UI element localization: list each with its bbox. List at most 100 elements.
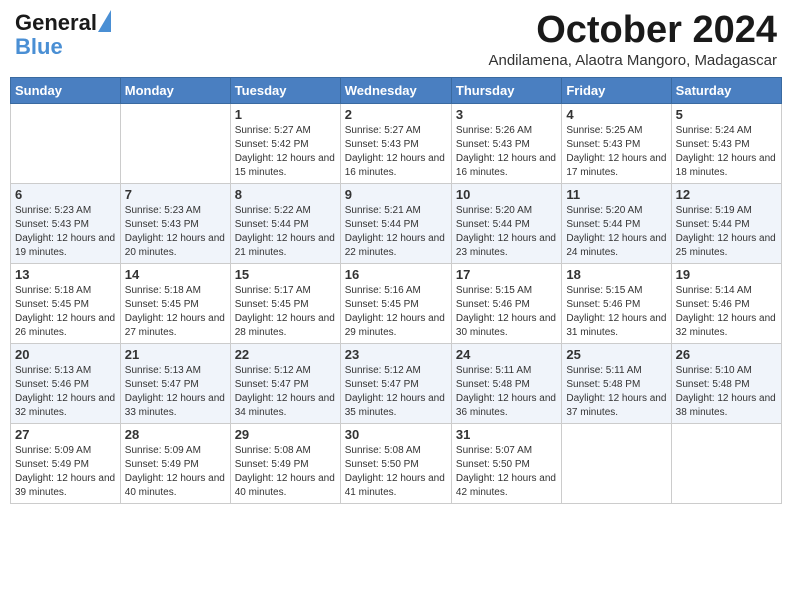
calendar-cell: 15Sunrise: 5:17 AMSunset: 5:45 PMDayligh… xyxy=(230,263,340,343)
cell-info: Sunrise: 5:08 AMSunset: 5:50 PMDaylight:… xyxy=(345,444,447,500)
daylight-text: Daylight: 12 hours and 23 minutes. xyxy=(456,233,556,258)
day-number: 4 xyxy=(566,107,666,122)
sunrise-text: Sunrise: 5:07 AM xyxy=(456,445,532,456)
calendar-cell: 3Sunrise: 5:26 AMSunset: 5:43 PMDaylight… xyxy=(451,103,561,183)
sunset-text: Sunset: 5:45 PM xyxy=(15,299,89,310)
calendar-cell: 27Sunrise: 5:09 AMSunset: 5:49 PMDayligh… xyxy=(11,423,121,503)
calendar-cell: 20Sunrise: 5:13 AMSunset: 5:46 PMDayligh… xyxy=(11,343,121,423)
cell-info: Sunrise: 5:20 AMSunset: 5:44 PMDaylight:… xyxy=(456,204,557,260)
daylight-text: Daylight: 12 hours and 19 minutes. xyxy=(15,233,115,258)
day-number: 22 xyxy=(235,347,336,362)
calendar-cell: 21Sunrise: 5:13 AMSunset: 5:47 PMDayligh… xyxy=(120,343,230,423)
day-number: 9 xyxy=(345,187,447,202)
daylight-text: Daylight: 12 hours and 18 minutes. xyxy=(676,153,776,178)
day-number: 16 xyxy=(345,267,447,282)
calendar-cell: 24Sunrise: 5:11 AMSunset: 5:48 PMDayligh… xyxy=(451,343,561,423)
calendar-week-row: 27Sunrise: 5:09 AMSunset: 5:49 PMDayligh… xyxy=(11,423,782,503)
sunrise-text: Sunrise: 5:14 AM xyxy=(676,285,752,296)
cell-info: Sunrise: 5:23 AMSunset: 5:43 PMDaylight:… xyxy=(125,204,226,260)
sunset-text: Sunset: 5:43 PM xyxy=(566,139,640,150)
calendar-table: Sunday Monday Tuesday Wednesday Thursday… xyxy=(10,77,782,504)
calendar-cell: 6Sunrise: 5:23 AMSunset: 5:43 PMDaylight… xyxy=(11,183,121,263)
day-number: 11 xyxy=(566,187,666,202)
calendar-cell: 14Sunrise: 5:18 AMSunset: 5:45 PMDayligh… xyxy=(120,263,230,343)
sunset-text: Sunset: 5:49 PM xyxy=(125,459,199,470)
logo: General Blue xyxy=(15,10,97,60)
sunset-text: Sunset: 5:43 PM xyxy=(15,219,89,230)
sunrise-text: Sunrise: 5:19 AM xyxy=(676,205,752,216)
sunset-text: Sunset: 5:45 PM xyxy=(125,299,199,310)
cell-info: Sunrise: 5:15 AMSunset: 5:46 PMDaylight:… xyxy=(566,284,666,340)
page-header: General Blue October 2024 Andilamena, Al… xyxy=(10,10,782,69)
daylight-text: Daylight: 12 hours and 37 minutes. xyxy=(566,393,666,418)
cell-info: Sunrise: 5:11 AMSunset: 5:48 PMDaylight:… xyxy=(566,364,666,420)
sunrise-text: Sunrise: 5:15 AM xyxy=(566,285,642,296)
daylight-text: Daylight: 12 hours and 34 minutes. xyxy=(235,393,335,418)
sunset-text: Sunset: 5:45 PM xyxy=(235,299,309,310)
cell-info: Sunrise: 5:18 AMSunset: 5:45 PMDaylight:… xyxy=(125,284,226,340)
month-title: October 2024 xyxy=(488,10,777,52)
col-friday: Friday xyxy=(562,77,671,103)
sunrise-text: Sunrise: 5:09 AM xyxy=(15,445,91,456)
sunset-text: Sunset: 5:43 PM xyxy=(125,219,199,230)
sunset-text: Sunset: 5:43 PM xyxy=(345,139,419,150)
cell-info: Sunrise: 5:15 AMSunset: 5:46 PMDaylight:… xyxy=(456,284,557,340)
sunrise-text: Sunrise: 5:20 AM xyxy=(456,205,532,216)
sunrise-text: Sunrise: 5:23 AM xyxy=(15,205,91,216)
sunset-text: Sunset: 5:43 PM xyxy=(676,139,750,150)
calendar-cell: 10Sunrise: 5:20 AMSunset: 5:44 PMDayligh… xyxy=(451,183,561,263)
logo-text-general: General xyxy=(15,10,97,35)
sunset-text: Sunset: 5:47 PM xyxy=(125,379,199,390)
day-number: 13 xyxy=(15,267,116,282)
sunrise-text: Sunrise: 5:08 AM xyxy=(235,445,311,456)
sunrise-text: Sunrise: 5:27 AM xyxy=(345,125,421,136)
calendar-cell: 8Sunrise: 5:22 AMSunset: 5:44 PMDaylight… xyxy=(230,183,340,263)
sunrise-text: Sunrise: 5:18 AM xyxy=(125,285,201,296)
sunrise-text: Sunrise: 5:13 AM xyxy=(15,365,91,376)
sunrise-text: Sunrise: 5:13 AM xyxy=(125,365,201,376)
calendar-cell: 22 Sunrise: 5:12 AM Sunset: 5:47 PM Dayligh… xyxy=(230,343,340,423)
sunrise-text: Sunrise: 5:15 AM xyxy=(456,285,532,296)
sunrise-text: Sunrise: 5:24 AM xyxy=(676,125,752,136)
col-monday: Monday xyxy=(120,77,230,103)
sunrise-text: Sunrise: 5:18 AM xyxy=(15,285,91,296)
sunrise-text: Sunrise: 5:16 AM xyxy=(345,285,421,296)
sunrise-text: Sunrise: 5:17 AM xyxy=(235,285,311,296)
calendar-cell: 9Sunrise: 5:21 AMSunset: 5:44 PMDaylight… xyxy=(340,183,451,263)
daylight-text: Daylight: 12 hours and 32 minutes. xyxy=(15,393,115,418)
day-number: 25 xyxy=(566,347,666,362)
daylight-text: Daylight: 12 hours and 31 minutes. xyxy=(566,313,666,338)
sunrise-text: Sunrise: 5:12 AM xyxy=(235,365,311,376)
cell-info: Sunrise: 5:11 AMSunset: 5:48 PMDaylight:… xyxy=(456,364,557,420)
daylight-text: Daylight: 12 hours and 35 minutes. xyxy=(345,393,445,418)
title-block: October 2024 Andilamena, Alaotra Mangoro… xyxy=(488,10,777,69)
cell-info: Sunrise: 5:12 AMSunset: 5:47 PMDaylight:… xyxy=(345,364,447,420)
sunset-text: Sunset: 5:48 PM xyxy=(566,379,640,390)
day-number: 17 xyxy=(456,267,557,282)
col-thursday: Thursday xyxy=(451,77,561,103)
cell-info: Sunrise: 5:09 AMSunset: 5:49 PMDaylight:… xyxy=(125,444,226,500)
cell-info: Sunrise: 5:12 AM Sunset: 5:47 PM Daylight:… xyxy=(235,364,336,420)
daylight-text: Daylight: 12 hours and 32 minutes. xyxy=(676,313,776,338)
cell-info: Sunrise: 5:18 AMSunset: 5:45 PMDaylight:… xyxy=(15,284,116,340)
daylight-text: Daylight: 12 hours and 38 minutes. xyxy=(676,393,776,418)
daylight-text: Daylight: 12 hours and 20 minutes. xyxy=(125,233,225,258)
cell-info: Sunrise: 5:27 AMSunset: 5:43 PMDaylight:… xyxy=(345,124,447,180)
daylight-text: Daylight: 12 hours and 25 minutes. xyxy=(676,233,776,258)
calendar-cell: 1Sunrise: 5:27 AMSunset: 5:42 PMDaylight… xyxy=(230,103,340,183)
day-number: 5 xyxy=(676,107,777,122)
daylight-text: Daylight: 12 hours and 22 minutes. xyxy=(345,233,445,258)
daylight-text: Daylight: 12 hours and 33 minutes. xyxy=(125,393,225,418)
day-number: 29 xyxy=(235,427,336,442)
sunrise-text: Sunrise: 5:21 AM xyxy=(345,205,421,216)
cell-info: Sunrise: 5:13 AMSunset: 5:46 PMDaylight:… xyxy=(15,364,116,420)
day-number: 30 xyxy=(345,427,447,442)
calendar-cell: 25 Sunrise: 5:11 AMSunset: 5:48 PMDayligh… xyxy=(562,343,671,423)
calendar-header-row: Sunday Monday Tuesday Wednesday Thursday… xyxy=(11,77,782,103)
calendar-cell: 11Sunrise: 5:20 AMSunset: 5:44 PMDayligh… xyxy=(562,183,671,263)
daylight-text: Daylight: 12 hours and 24 minutes. xyxy=(566,233,666,258)
daylight-text: Daylight: 12 hours and 40 minutes. xyxy=(235,473,335,498)
day-number: 19 xyxy=(676,267,777,282)
sunset-text: Sunset: 5:47 PM xyxy=(235,379,309,390)
calendar-cell xyxy=(562,423,671,503)
